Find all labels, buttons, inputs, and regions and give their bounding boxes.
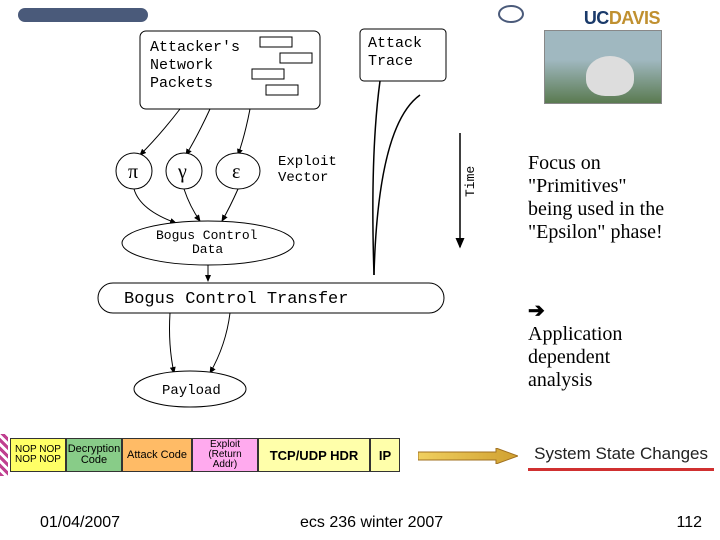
- decryption-code-cell: Decryption Code: [66, 438, 122, 472]
- focus-line1: Focus on: [528, 152, 708, 175]
- attack-diagram: Attacker's Network Packets Attack Trace …: [80, 25, 500, 425]
- attacker-packets-line2: Network: [150, 57, 213, 74]
- attacker-packets-line3: Packets: [150, 75, 213, 92]
- ucdavis-logo: UCDAVIS: [584, 8, 660, 29]
- attack-trace-line2: Trace: [368, 53, 413, 70]
- nop-sled-cell: NOP NOP NOP NOP: [10, 438, 66, 472]
- bogus-control-data-line2: Data: [192, 242, 223, 257]
- ip-header-cell: IP: [370, 438, 400, 472]
- tcp-udp-header-cell: TCP/UDP HDR: [258, 438, 370, 472]
- arrow-icon: ➔: [528, 300, 708, 323]
- focus-line4: "Epsilon" phase!: [528, 221, 708, 244]
- focus-line3: being used in the: [528, 198, 708, 221]
- packet-stripe-decor: [0, 434, 8, 476]
- slide-top-accent-cap: [498, 5, 524, 23]
- logo-uc: UC: [584, 8, 609, 28]
- focus-note: Focus on "Primitives" being used in the …: [528, 152, 708, 244]
- footer-page-number: 112: [676, 514, 702, 532]
- packet-layout-row: NOP NOP NOP NOP Decryption Code Attack C…: [10, 438, 400, 472]
- gamma-symbol: γ: [177, 161, 187, 183]
- footer-date: 01/04/2007: [40, 514, 120, 532]
- payload-label: Payload: [162, 383, 221, 399]
- exploit-vector-line2: Vector: [278, 170, 328, 186]
- attack-code-cell: Attack Code: [122, 438, 192, 472]
- app-line3: analysis: [528, 369, 708, 392]
- exploit-return-addr-cell: Exploit (Return Addr): [192, 438, 258, 472]
- arrow-right-icon: [418, 448, 518, 464]
- logo-davis: DAVIS: [609, 8, 660, 28]
- exploit-vector-line1: Exploit: [278, 154, 337, 170]
- bogus-control-data-line1: Bogus Control: [156, 228, 258, 243]
- app-line1: Application: [528, 323, 708, 346]
- focus-line2: "Primitives": [528, 175, 708, 198]
- app-line2: dependent: [528, 346, 708, 369]
- bogus-control-transfer-label: Bogus Control Transfer: [124, 290, 348, 309]
- pi-symbol: π: [128, 161, 138, 183]
- application-note: ➔ Application dependent analysis: [528, 300, 708, 392]
- epsilon-symbol: ε: [232, 161, 240, 183]
- time-axis-label: Time: [463, 166, 478, 197]
- slide-top-accent-bar: [18, 8, 148, 22]
- footer-course: ecs 236 winter 2007: [300, 514, 443, 532]
- attacker-packets-line1: Attacker's: [150, 39, 240, 56]
- campus-photo: [544, 30, 662, 104]
- attack-trace-line1: Attack: [368, 35, 422, 52]
- system-state-changes-label: System State Changes: [528, 440, 714, 471]
